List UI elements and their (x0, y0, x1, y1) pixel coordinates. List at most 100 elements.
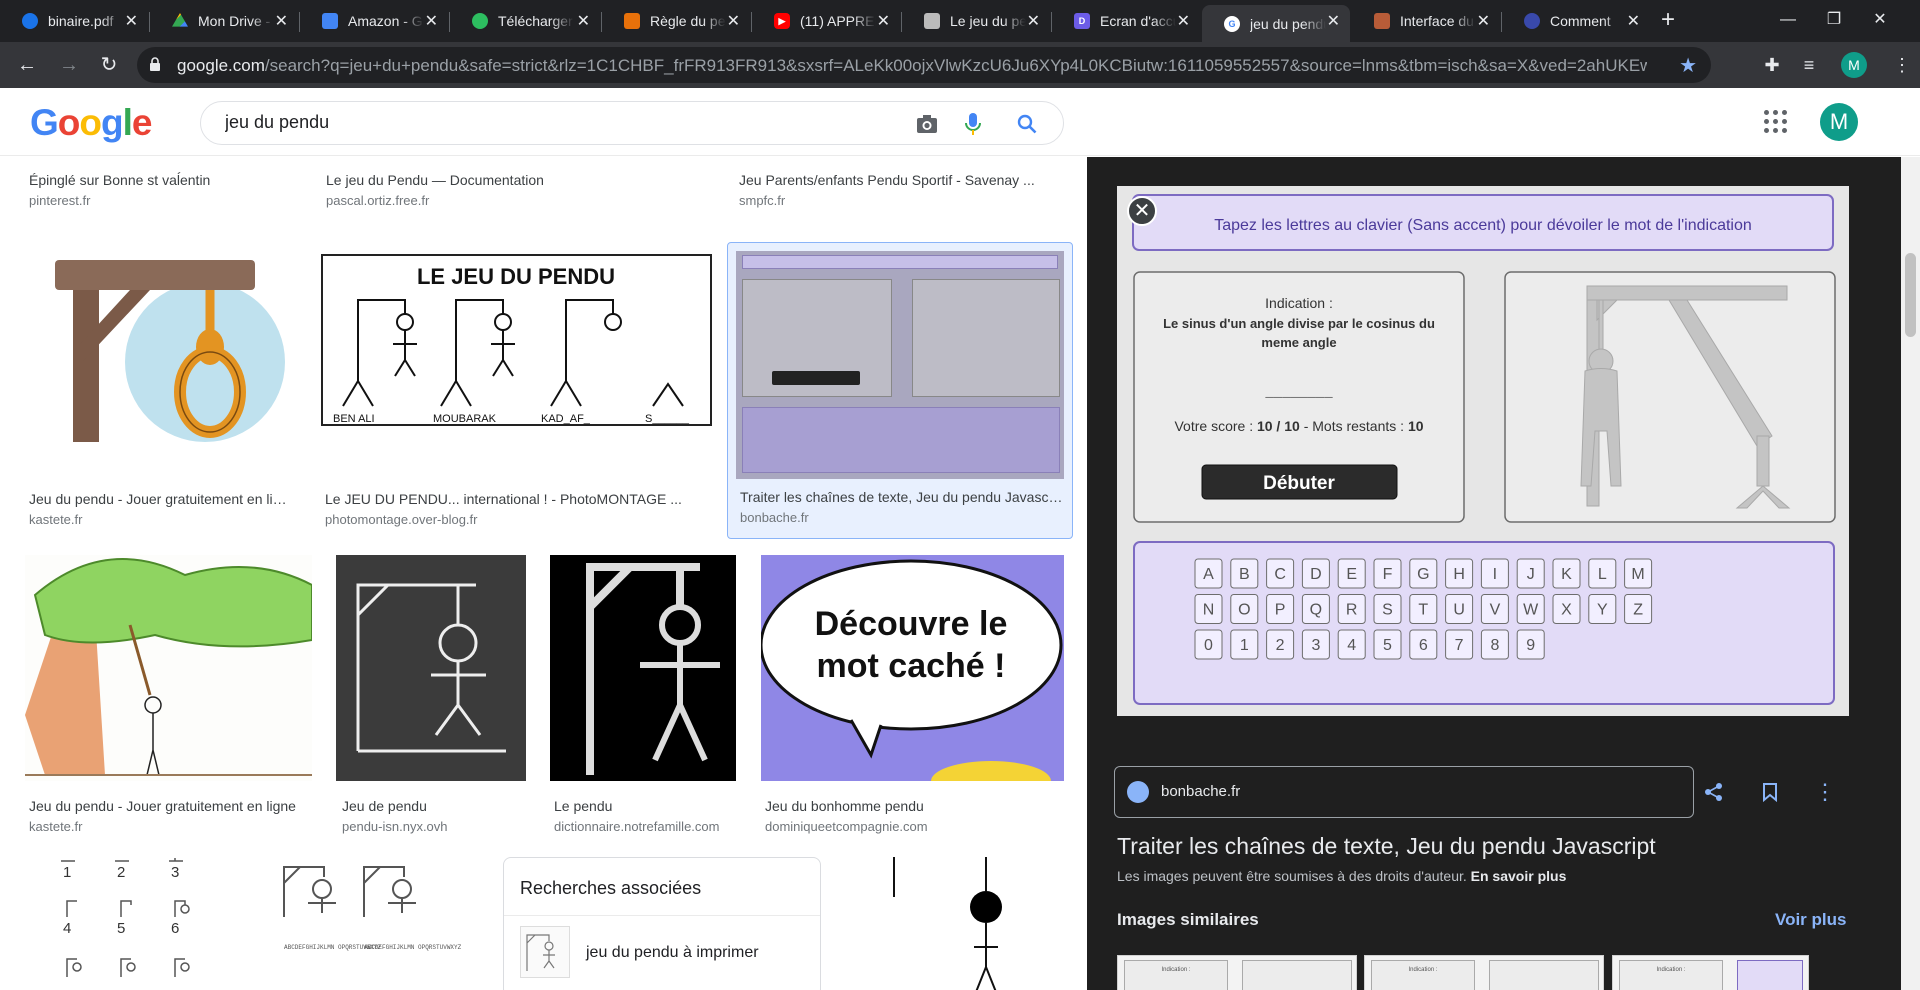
tab-binaire[interactable]: binaire.pdf ✕ (0, 5, 148, 37)
preview-image[interactable]: Tapez les lettres au clavier (Sans accen… (1117, 186, 1849, 716)
close-tab-icon[interactable]: ✕ (1177, 11, 1190, 31)
key-label: S (1382, 602, 1393, 619)
image-result[interactable]: Jeu Parents/enfants Pendu Sportif - Save… (739, 157, 1059, 227)
new-tab-button[interactable]: + (1655, 8, 1681, 34)
extensions-puzzle-icon[interactable]: ✚ (1760, 53, 1784, 77)
camera-icon[interactable] (915, 113, 939, 135)
svg-text:Le sinus d'un angle divise par: Le sinus d'un angle divise par le cosinu… (1163, 316, 1435, 331)
more-options-icon[interactable]: ⋮ (1802, 769, 1848, 815)
image-result[interactable] (846, 857, 1064, 990)
tab-drive[interactable]: Mon Drive - Google Drive ✕ (150, 5, 298, 37)
svg-text:meme angle: meme angle (1261, 335, 1336, 350)
url-text[interactable]: google.com/search?q=jeu+du+pendu&safe=st… (177, 56, 1647, 76)
image-result-selected[interactable]: Traiter les chaînes de texte, Jeu du pen… (727, 242, 1073, 539)
tab-google-search[interactable]: G jeu du pendu - Recherche Google ✕ (1202, 5, 1350, 42)
key-label: 6 (1419, 637, 1428, 654)
result-thumbnail[interactable]: 1 2 3 4 5 6 (25, 857, 239, 990)
image-result[interactable]: Le pendu dictionnaire.notrefamille.com (550, 555, 736, 834)
result-thumbnail[interactable] (736, 251, 1064, 479)
image-result[interactable]: Jeu de pendu pendu-isn.nyx.ovh (336, 555, 526, 834)
browser-menu-icon[interactable]: ⋮ (1890, 53, 1914, 77)
result-thumbnail[interactable]: Découvre le mot caché ! (761, 555, 1064, 781)
copyright-notice: Les images peuvent être soumises à des d… (1117, 868, 1567, 884)
result-thumbnail[interactable] (336, 555, 526, 781)
browser-profile-avatar[interactable]: M (1841, 52, 1867, 78)
image-result[interactable]: ABCDEFGHIJKLMN OPQRSTUVWXYZ ABCDEFGHIJKL… (264, 857, 478, 990)
close-tab-icon[interactable]: ✕ (425, 11, 438, 31)
related-search-item[interactable]: jeu du pendu à imprimer (520, 926, 810, 980)
svg-text:BEN ALI: BEN ALI (333, 413, 375, 424)
google-account-avatar[interactable]: M (1820, 103, 1858, 141)
result-thumbnail[interactable] (846, 857, 1064, 990)
tab-interface-jeu[interactable]: Interface du jeu ✕ (1352, 5, 1500, 37)
close-tab-icon[interactable]: ✕ (125, 11, 138, 31)
close-window-icon[interactable]: ✕ (1860, 6, 1900, 34)
tab-jeu-pendu[interactable]: Le jeu du pendu ✕ (902, 5, 1050, 37)
close-tab-icon[interactable]: ✕ (275, 11, 288, 31)
related-searches-box: Recherches associées jeu du pendu à impr… (503, 857, 821, 990)
save-bookmark-icon[interactable] (1747, 769, 1793, 815)
tab-ecran-accueil[interactable]: D Ecran d'accueil ✕ (1052, 5, 1200, 37)
image-result[interactable]: Jeu du pendu - Jouer gratuitement en lig… (25, 252, 297, 527)
result-thumbnail[interactable] (25, 252, 297, 445)
learn-more-link[interactable]: En savoir plus (1471, 868, 1567, 884)
tab-comment[interactable]: Comment ✕ (1502, 5, 1650, 37)
search-icon[interactable] (1017, 114, 1037, 134)
svg-text:Indication :: Indication : (1265, 295, 1333, 311)
microphone-icon[interactable] (965, 112, 981, 136)
image-result[interactable]: LE JEU DU PENDU BEN ALI MOUBARAK KAD_AF_… (321, 252, 712, 527)
image-result[interactable]: Le jeu du Pendu — Documentation pascal.o… (326, 157, 706, 227)
close-tab-icon[interactable]: ✕ (1327, 11, 1340, 31)
drive-icon (172, 13, 188, 27)
result-thumbnail[interactable]: LE JEU DU PENDU BEN ALI MOUBARAK KAD_AF_… (321, 254, 712, 426)
svg-text:KAD_AF_: KAD_AF_ (541, 413, 591, 424)
similar-image[interactable]: Indication : (1612, 955, 1809, 990)
tab-amazon-docs[interactable]: Amazon - Google Docs ✕ (300, 5, 448, 37)
preview-title[interactable]: Traiter les chaînes de texte, Jeu du pen… (1117, 833, 1656, 860)
see-more-link[interactable]: Voir plus (1775, 910, 1846, 930)
reading-list-icon[interactable]: ≡ (1797, 53, 1821, 77)
tab-regle-pendu[interactable]: Règle du pendu ✕ (602, 5, 750, 37)
forward-arrow-icon[interactable]: → (56, 52, 82, 78)
close-tab-icon[interactable]: ✕ (577, 11, 590, 31)
search-input[interactable] (225, 112, 865, 133)
svg-text:Découvre le: Découvre le (815, 605, 1008, 643)
close-tab-icon[interactable]: ✕ (1627, 11, 1640, 31)
close-tab-icon[interactable]: ✕ (727, 11, 740, 31)
hangman-alphabet-image: ABCDEFGHIJKLMN OPQRSTUVWXYZ ABCDEFGHIJKL… (283, 866, 462, 951)
similar-image[interactable]: Indication : (1117, 955, 1357, 990)
image-result[interactable]: Épinglé sur Bonne st vaĺentin pinterest.… (29, 157, 296, 227)
minimize-icon[interactable]: — (1768, 6, 1808, 34)
jeu-du-pendu-drawing: LE JEU DU PENDU BEN ALI MOUBARAK KAD_AF_… (333, 264, 690, 424)
source-site-chip[interactable]: bonbache.fr (1114, 766, 1694, 818)
lock-icon (150, 57, 160, 71)
close-tab-icon[interactable]: ✕ (877, 11, 890, 31)
key-label: E (1346, 566, 1357, 583)
restore-icon[interactable]: ❐ (1814, 6, 1854, 34)
reload-icon[interactable]: ↻ (96, 52, 122, 78)
key-label: M (1631, 566, 1644, 583)
key-label: F (1383, 566, 1393, 583)
tab-telecharger[interactable]: Télécharger ✕ (450, 5, 600, 37)
numbered-hangman-steps-image: 1 2 3 4 5 6 (61, 858, 190, 977)
address-bar[interactable]: google.com/search?q=jeu+du+pendu&safe=st… (137, 47, 1711, 83)
page-scrollbar[interactable] (1901, 157, 1920, 990)
image-result[interactable]: 1 2 3 4 5 6 (25, 857, 239, 990)
similar-image[interactable]: Indication : (1364, 955, 1604, 990)
bookmark-star-icon[interactable]: ★ (1679, 53, 1697, 78)
result-thumbnail[interactable] (550, 555, 736, 781)
image-result[interactable]: Jeu du pendu - Jouer gratuitement en lig… (25, 555, 312, 834)
scrollbar-thumb[interactable] (1905, 253, 1916, 337)
image-result[interactable]: Découvre le mot caché ! Jeu du bonhomme … (761, 555, 1064, 834)
share-icon[interactable] (1691, 769, 1737, 815)
result-thumbnail[interactable]: ABCDEFGHIJKLMN OPQRSTUVWXYZ ABCDEFGHIJKL… (264, 857, 478, 990)
google-logo[interactable]: Google (30, 102, 152, 144)
back-arrow-icon[interactable]: ← (14, 52, 40, 78)
close-tab-icon[interactable]: ✕ (1027, 11, 1040, 31)
svg-text:Débuter: Débuter (1263, 473, 1335, 494)
close-preview-icon[interactable]: ✕ (1127, 196, 1157, 226)
tab-youtube[interactable]: ▶ (11) APPRENDRE ✕ (752, 5, 900, 37)
result-thumbnail[interactable] (25, 555, 312, 781)
close-tab-icon[interactable]: ✕ (1477, 11, 1490, 31)
google-apps-grid-icon[interactable] (1764, 110, 1788, 134)
